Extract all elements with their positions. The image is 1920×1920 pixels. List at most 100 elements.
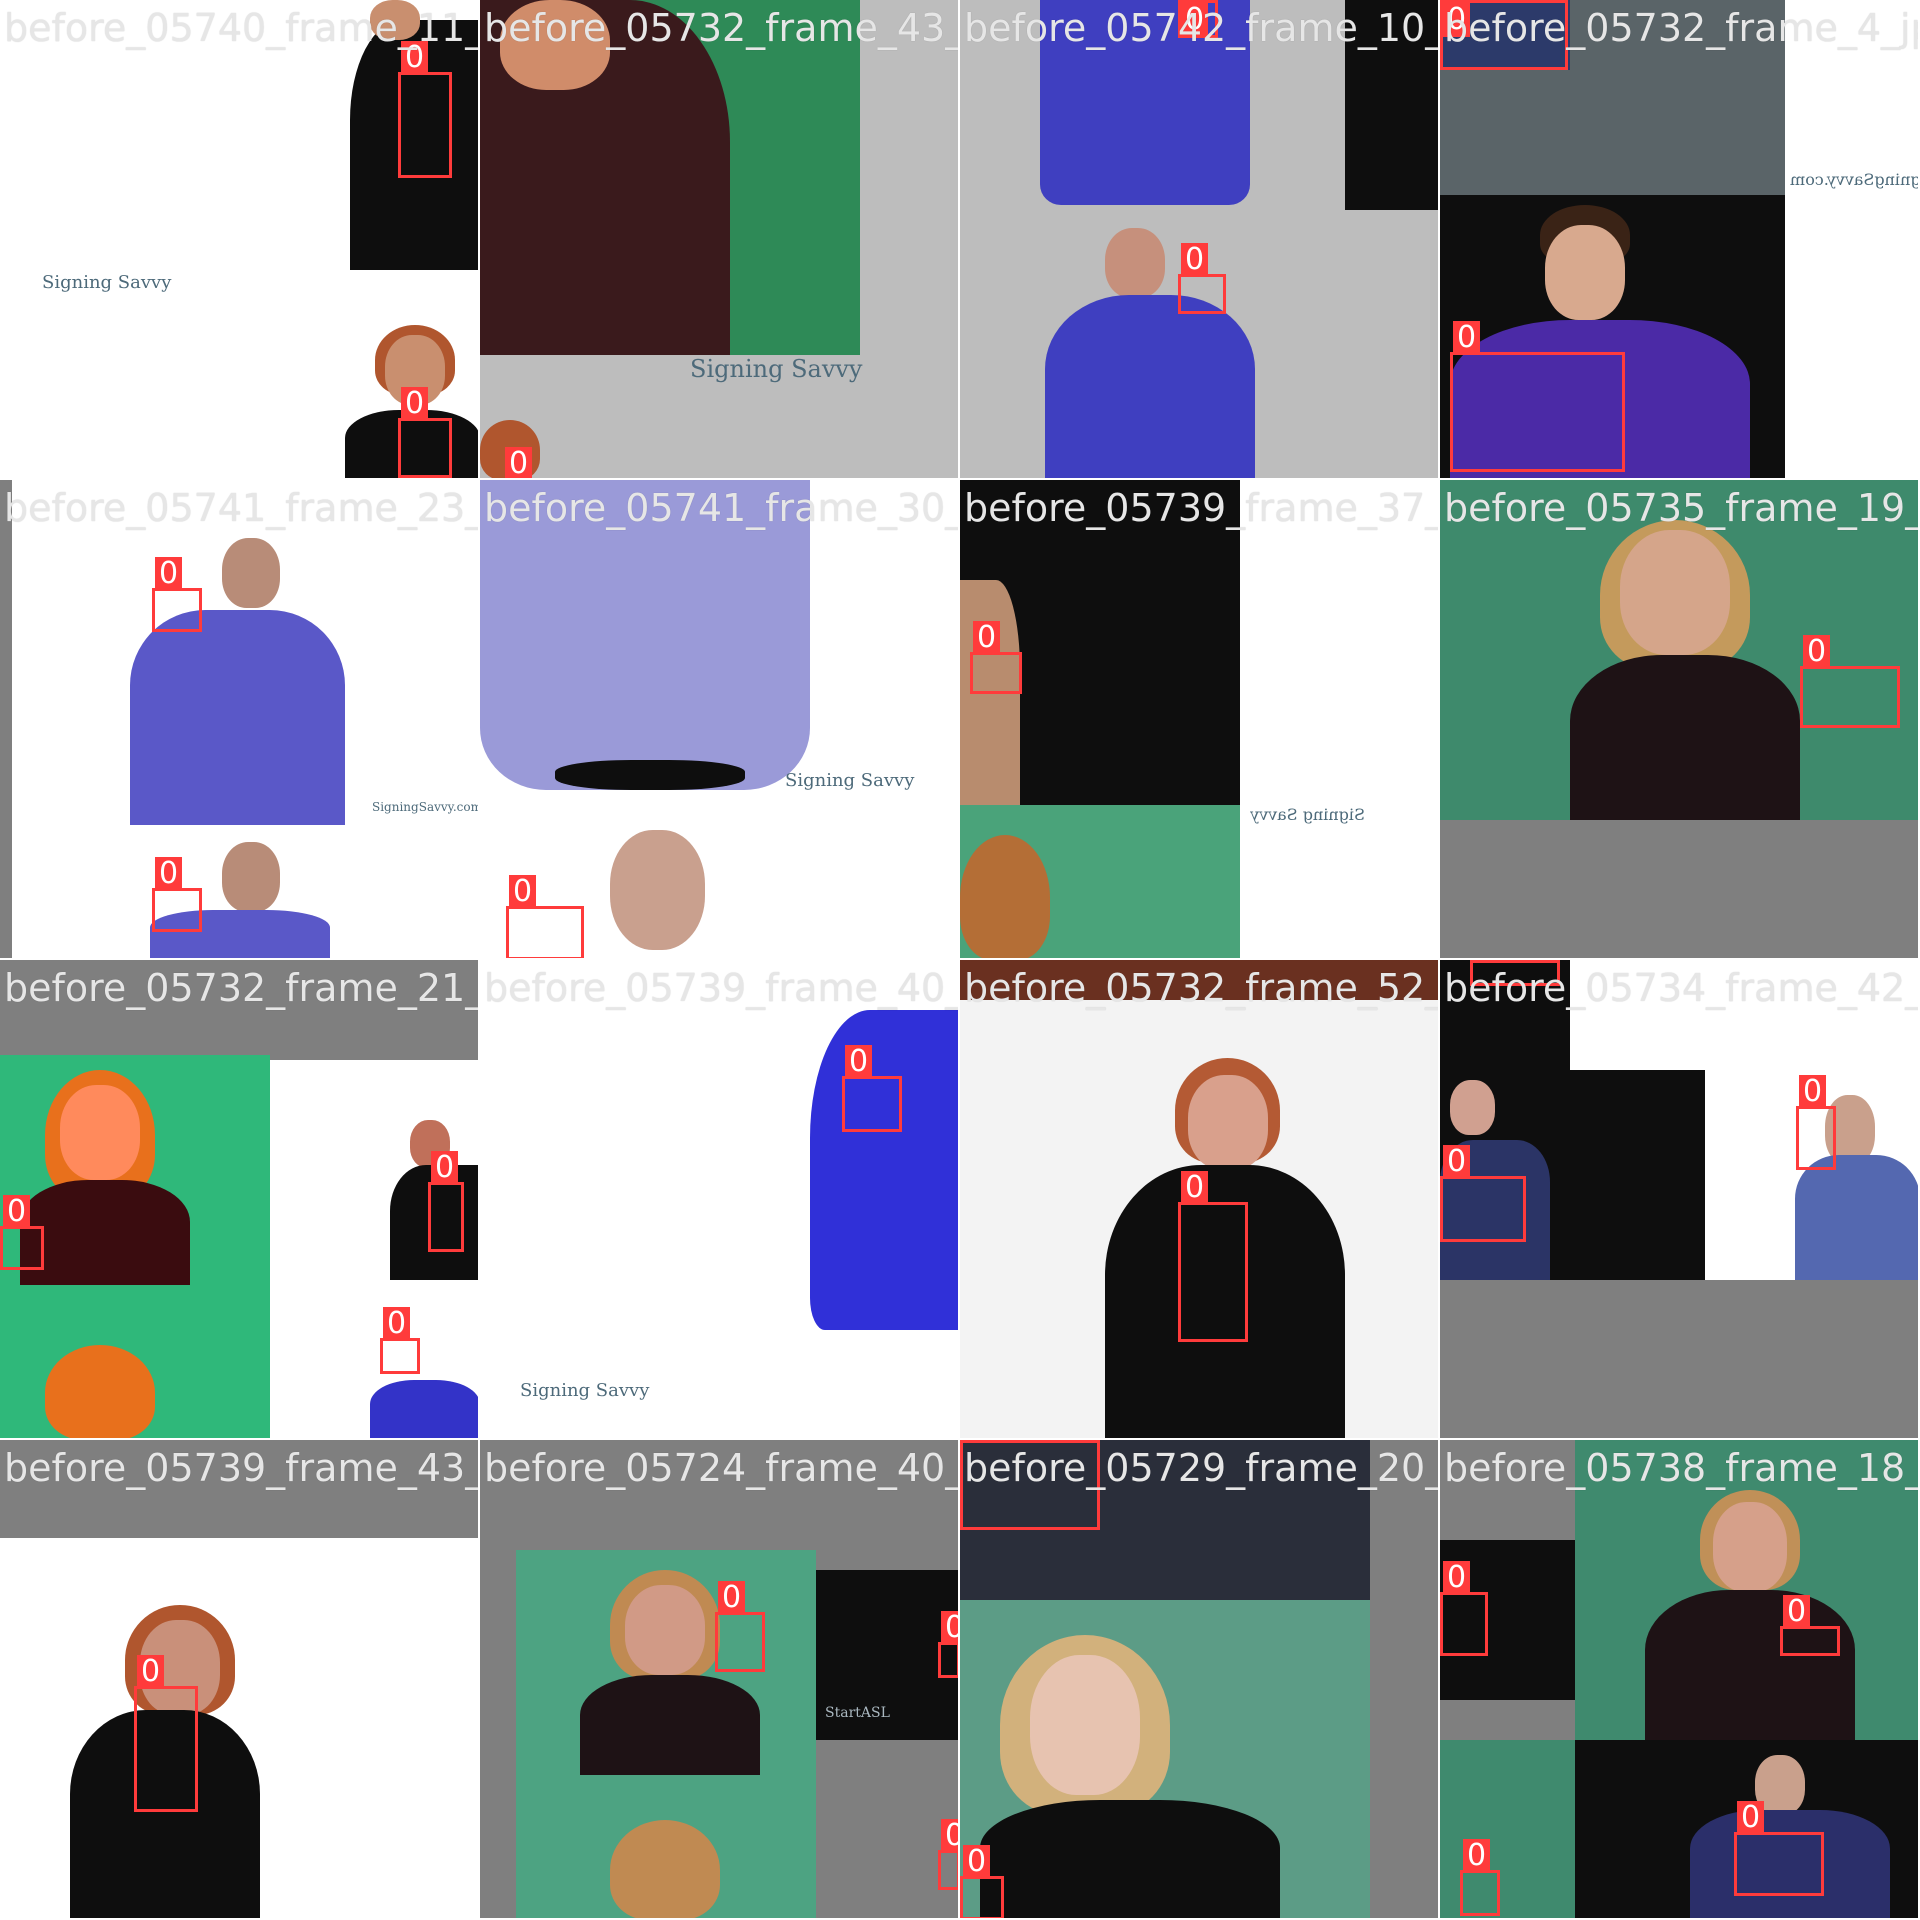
mosaic-tile: 0 Signing Savvy before_05739_frame_37_jp… bbox=[960, 480, 1440, 960]
watermark: StartASL bbox=[825, 1705, 890, 1721]
person-head bbox=[500, 0, 610, 90]
watermark: Signing Savvy bbox=[520, 1380, 650, 1401]
detection-label: 0 bbox=[718, 1581, 746, 1615]
detection-box: 0 bbox=[1450, 321, 1625, 472]
detection-label: 0 bbox=[1799, 1075, 1827, 1109]
detection-label: 0 bbox=[3, 1195, 31, 1229]
person-torso bbox=[1045, 295, 1255, 478]
mosaic-tile: 0 0 0 before_05732_frame_21_jpg bbox=[0, 960, 480, 1440]
mosaic-tile: 0 before_05732_frame_52_jpg bbox=[960, 960, 1440, 1440]
detection-box: 0 bbox=[506, 875, 584, 958]
detection-label: 0 bbox=[1181, 243, 1209, 277]
detection-box: 0 bbox=[960, 1440, 1100, 1530]
watermark: Signing Savvy bbox=[1250, 805, 1365, 824]
person-head bbox=[1713, 1502, 1787, 1592]
person-torso bbox=[370, 1380, 478, 1438]
detection-label: 0 bbox=[401, 41, 429, 75]
detection-box: 0 bbox=[1734, 1801, 1824, 1896]
detection-box: 0 bbox=[380, 1307, 420, 1374]
detection-label: 0 bbox=[1443, 1561, 1471, 1595]
mosaic-tile: 0 Signing Savvy before_05739_frame_40_jp… bbox=[480, 960, 960, 1440]
mosaic-tile: Signing Savvy 0 before_05732_frame_43_jp… bbox=[480, 0, 960, 480]
person-torso bbox=[130, 610, 345, 825]
person-torso bbox=[980, 1800, 1280, 1918]
watermark: SigningSavvy.com bbox=[372, 800, 480, 814]
gray-panel bbox=[0, 1440, 478, 1538]
detection-box: 0 bbox=[842, 1045, 902, 1132]
detection-label: 0 bbox=[963, 1440, 991, 1443]
person-head bbox=[370, 0, 420, 40]
person-torso bbox=[580, 1675, 760, 1775]
mosaic-tile: 0 before_05735_frame_19_jpg bbox=[1440, 480, 1920, 960]
detection-label: 0 bbox=[155, 857, 183, 891]
border-strip bbox=[0, 480, 12, 958]
watermark: Signing Savvy bbox=[42, 272, 172, 293]
mosaic-tile: 0 before_05739_frame_43_jpg bbox=[0, 1440, 480, 1920]
detection-box: 0 bbox=[970, 621, 1022, 694]
detection-box: 0 bbox=[938, 1611, 958, 1678]
person-torso bbox=[1570, 655, 1800, 820]
top-strip bbox=[960, 960, 1438, 1000]
detection-label: 0 bbox=[1463, 1839, 1491, 1873]
detection-label: 0 bbox=[963, 1845, 991, 1879]
mosaic-tile: 0 0 before_05742_frame_10_jpg bbox=[960, 0, 1440, 480]
detection-label: 0 bbox=[1443, 3, 1471, 37]
detection-label: 0 bbox=[505, 447, 533, 478]
detection-box: 0 bbox=[1460, 1839, 1500, 1916]
watermark: SigningSavvy.com bbox=[1790, 170, 1920, 189]
person-torso bbox=[1645, 1590, 1855, 1740]
tile-caption: before_05741_frame_23_jpg bbox=[4, 486, 478, 530]
detection-box: 0 bbox=[1440, 1145, 1526, 1242]
detection-label: 0 bbox=[941, 1611, 958, 1645]
detection-box: 0 bbox=[1800, 635, 1900, 728]
person-head bbox=[1105, 228, 1165, 298]
person-head bbox=[625, 1585, 705, 1675]
detection-box: 0 bbox=[428, 1151, 464, 1252]
detection-label: 0 bbox=[401, 387, 429, 421]
detection-box: 0 bbox=[1178, 243, 1226, 314]
person-head bbox=[1188, 1075, 1268, 1170]
person-head bbox=[1620, 530, 1730, 655]
watermark: Signing Savvy bbox=[690, 355, 863, 383]
gray-panel bbox=[0, 960, 478, 1060]
detection-label: 0 bbox=[1443, 1145, 1471, 1179]
person-torso bbox=[1795, 1155, 1918, 1280]
detection-box: 0 bbox=[1440, 1561, 1488, 1656]
mosaic-tile: 0 0 SigningSavvy.com before_05732_frame_… bbox=[1440, 0, 1920, 480]
mosaic-grid: 0 Signing Savvy 0 before_05740_frame_11_… bbox=[0, 0, 1920, 1920]
watermark: Signing Savvy bbox=[785, 770, 915, 791]
detection-box: 0 bbox=[1780, 1595, 1840, 1656]
detection-label: 0 bbox=[1783, 1595, 1811, 1629]
detection-box: 0 bbox=[715, 1581, 765, 1672]
detection-label: 0 bbox=[137, 1655, 165, 1689]
person-head bbox=[1545, 225, 1625, 320]
detection-box: 0 bbox=[1178, 1171, 1248, 1342]
person-head bbox=[222, 842, 280, 912]
detection-box: 0 bbox=[398, 41, 452, 178]
mosaic-tile: 0 StartASL 0 0 before_05724_frame_40_jpg bbox=[480, 1440, 960, 1920]
mosaic-tile: 0 0 before_05729_frame_20_jpg bbox=[960, 1440, 1440, 1920]
detection-box: 0 bbox=[938, 1819, 958, 1890]
detection-label: 0 bbox=[1453, 321, 1481, 355]
detection-label: 0 bbox=[1181, 3, 1209, 37]
person-torso bbox=[1040, 0, 1250, 205]
mosaic-tile: 0 0 0 before_05734_frame_42_jpg bbox=[1440, 960, 1920, 1440]
detection-label: 0 bbox=[155, 557, 183, 591]
tile-caption: before_05724_frame_40_jpg bbox=[484, 1446, 958, 1490]
detection-label: 0 bbox=[845, 1045, 873, 1079]
detection-label: 0 bbox=[973, 621, 1001, 655]
person-head bbox=[1030, 1655, 1140, 1795]
person-head bbox=[60, 1085, 140, 1180]
person-belt bbox=[555, 760, 745, 790]
person-head bbox=[1450, 1080, 1495, 1135]
black-panel bbox=[1345, 0, 1438, 210]
detection-label: 0 bbox=[941, 1819, 958, 1853]
person-torso bbox=[20, 1180, 190, 1285]
detection-box: 0 bbox=[1470, 960, 1560, 986]
detection-box: 0 bbox=[1178, 0, 1218, 38]
person-hair bbox=[960, 835, 1050, 958]
person-hair bbox=[45, 1345, 155, 1438]
detection-box: 0 bbox=[398, 387, 452, 478]
detection-box: 0 bbox=[152, 857, 202, 932]
person-head bbox=[610, 830, 705, 950]
